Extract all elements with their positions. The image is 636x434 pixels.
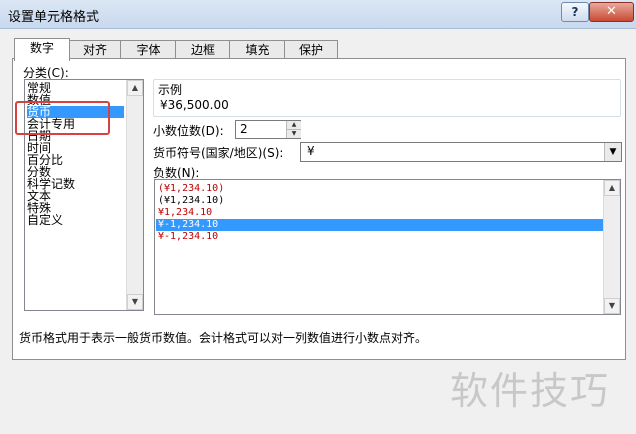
- decrement-icon[interactable]: ▼: [286, 130, 301, 138]
- question-icon: ?: [571, 5, 579, 19]
- negative-numbers-list[interactable]: (¥1,234.10) (¥1,234.10) ¥1,234.10 ¥-1,23…: [154, 179, 621, 315]
- decimal-places-stepper[interactable]: 2 ▲ ▼: [235, 120, 301, 139]
- tab-alignment[interactable]: 对齐: [68, 40, 122, 59]
- category-scrollbar[interactable]: ▲ ▼: [126, 80, 143, 310]
- format-description: 货币格式用于表示一般货币数值。会计格式可以对一列数值进行小数点对齐。: [19, 331, 428, 345]
- format-cells-dialog: 设置单元格格式 ? ✕ 数字 对齐 字体 边框 填充 保护 分类(C): 常规 …: [0, 0, 636, 434]
- close-button[interactable]: ✕: [589, 2, 634, 22]
- decimal-places-label: 小数位数(D):: [153, 124, 224, 138]
- chevron-down-icon[interactable]: ▼: [604, 143, 621, 161]
- sample-value: ¥36,500.00: [160, 98, 229, 112]
- sample-label: 示例: [158, 83, 183, 97]
- currency-symbol-value: ¥: [307, 144, 315, 158]
- tab-border[interactable]: 边框: [175, 40, 231, 59]
- help-button[interactable]: ?: [561, 2, 589, 22]
- negative-option[interactable]: (¥1,234.10): [156, 195, 604, 207]
- tab-fill[interactable]: 填充: [229, 40, 286, 59]
- scroll-up-icon[interactable]: ▲: [127, 80, 143, 96]
- dialog-title: 设置单元格格式: [8, 10, 100, 25]
- watermark: 软件技巧: [450, 369, 611, 413]
- currency-symbol-label: 货币符号(国家/地区)(S):: [153, 146, 284, 160]
- tab-number[interactable]: 数字: [14, 38, 70, 61]
- currency-symbol-select[interactable]: ¥ ▼: [300, 142, 622, 162]
- category-item-custom[interactable]: 自定义: [27, 214, 63, 226]
- close-icon: ✕: [606, 4, 617, 19]
- scroll-down-icon[interactable]: ▼: [604, 298, 620, 314]
- negative-option-selected[interactable]: ¥-1,234.10: [156, 219, 604, 231]
- scroll-down-icon[interactable]: ▼: [127, 294, 143, 310]
- sample-box: 示例 ¥36,500.00: [153, 79, 621, 117]
- decimal-places-value[interactable]: 2: [240, 122, 248, 136]
- tab-protection[interactable]: 保护: [284, 40, 338, 59]
- negative-scrollbar[interactable]: ▲ ▼: [603, 180, 620, 314]
- title-bar: 设置单元格格式 ? ✕: [0, 0, 636, 29]
- annotation-highlight-box: [15, 101, 110, 135]
- negative-option[interactable]: ¥-1,234.10: [156, 231, 604, 243]
- negative-option[interactable]: (¥1,234.10): [156, 183, 604, 195]
- tab-font[interactable]: 字体: [120, 40, 177, 59]
- negative-option[interactable]: ¥1,234.10: [156, 207, 604, 219]
- increment-icon[interactable]: ▲: [286, 121, 301, 130]
- scroll-up-icon[interactable]: ▲: [604, 180, 620, 196]
